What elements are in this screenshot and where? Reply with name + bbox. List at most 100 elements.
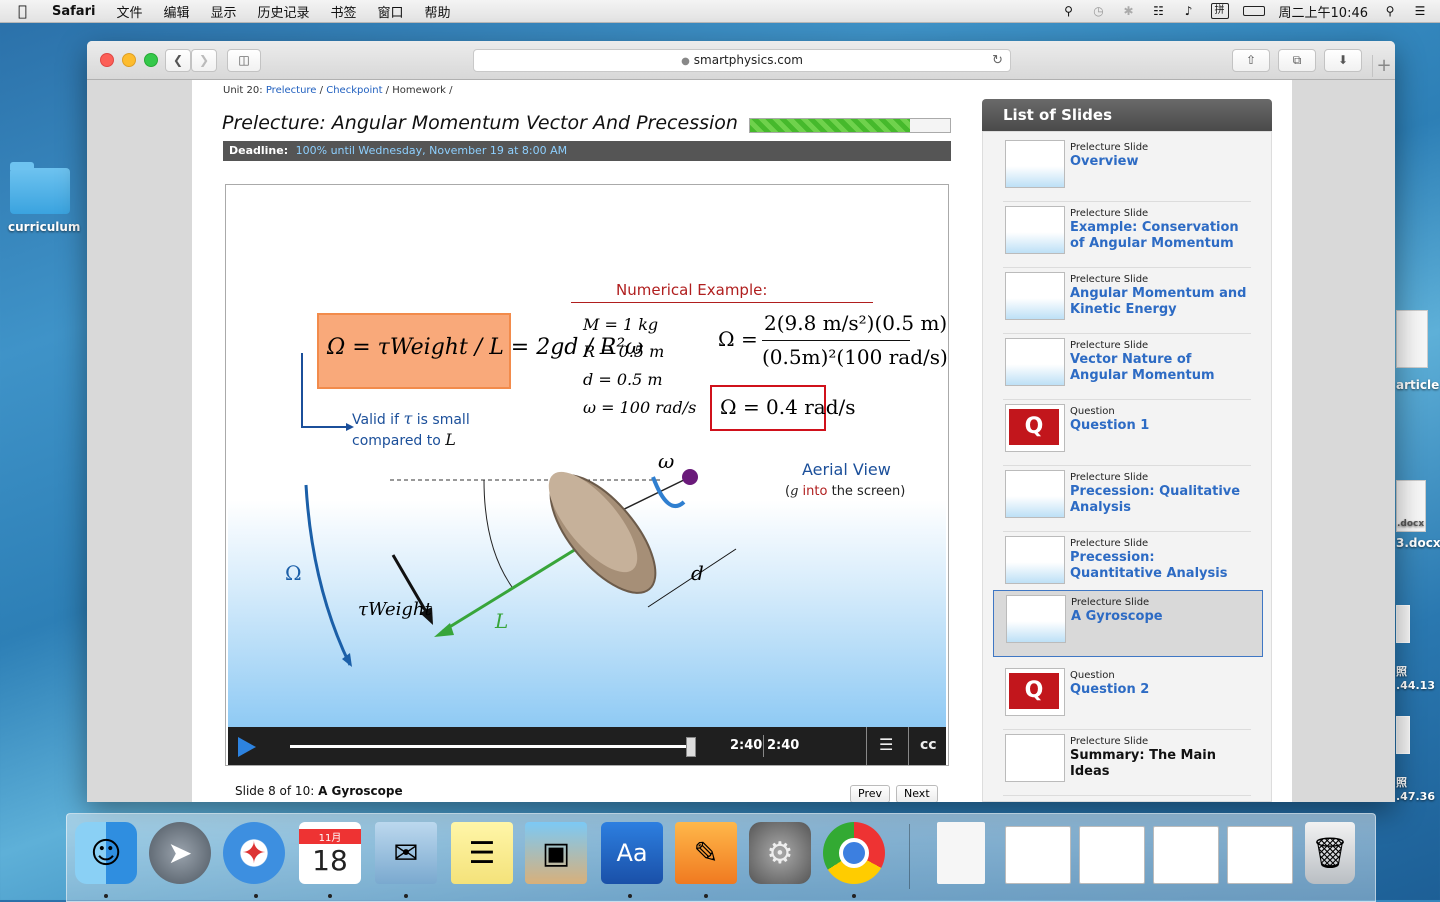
trash-icon[interactable]: 🗑 [1305,822,1355,884]
reload-icon[interactable]: ↻ [992,50,1003,71]
slide-list-item[interactable]: Prelecture Slide Summary: The Main Ideas [1003,730,1251,796]
close-window-button[interactable] [100,53,114,67]
lock-icon: ● [681,56,690,67]
preview-icon[interactable]: ▣ [525,822,587,884]
slide-kind: Prelecture Slide [1070,142,1149,153]
slide-list-item[interactable]: Prelecture Slide Overview [1003,136,1251,202]
question-q-icon: Q [1009,409,1059,445]
slide-list-item[interactable]: Prelecture Slide Angular Momentum and Ki… [1003,268,1251,334]
screenshot-2[interactable] [1079,826,1145,884]
menu-view[interactable]: 显示 [210,2,236,21]
window-controls [100,53,158,67]
play-icon[interactable] [238,737,256,757]
launchpad-icon[interactable]: ➤ [149,822,211,884]
breadcrumb-separator: / [449,85,453,96]
scrub-handle[interactable] [686,737,696,757]
desktop-file-label: .47.36 [1396,790,1435,803]
angle-arc [483,479,513,588]
image-file-icon [1396,605,1410,643]
desktop-file-screenshot-1[interactable]: 照 .44.13 [1396,605,1435,692]
prev-button[interactable]: Prev [850,785,890,802]
spin-omega-label: ω [658,449,675,473]
dictionary-icon[interactable]: Aa [601,822,663,884]
menu-history[interactable]: 历史记录 [257,2,309,21]
desktop-file-label: 3.docx [1396,536,1440,550]
notes-icon[interactable]: ☰ [451,822,513,884]
page: Unit 20: Prelecture / Checkpoint / Homew… [192,80,1292,802]
desktop-file-article[interactable]: article [1396,310,1439,392]
web-content: Unit 20: Prelecture / Checkpoint / Homew… [87,80,1395,802]
finder-icon[interactable]: ☺ [75,822,137,884]
slide-list-item[interactable]: Prelecture Slide Precession: Quantitativ… [1003,532,1251,598]
transcript-icon[interactable]: ☰ [879,735,893,754]
menubar-clock[interactable]: 周二上午10:46 [1279,2,1368,21]
battery-icon[interactable] [1242,6,1265,16]
slide-title: Question 1 [1070,418,1150,433]
share-button[interactable]: ⇧ [1232,49,1270,72]
slide-list-item-active[interactable]: Prelecture Slide A Gyroscope [993,590,1263,657]
breadcrumb-checkpoint-link[interactable]: Checkpoint [326,85,382,96]
screenshot-4[interactable] [1227,826,1293,884]
precession-Omega-label: Ω [285,561,302,585]
screenshot-1[interactable] [1005,826,1071,884]
apple-menu-icon[interactable]:  [18,2,38,20]
slide-kind: Prelecture Slide [1070,208,1149,219]
running-indicator [704,894,708,898]
slide-title: Angular Momentum and Kinetic Energy [1070,286,1247,317]
menu-file[interactable]: 文件 [116,2,142,21]
chrome-icon[interactable] [823,822,885,884]
time-machine-icon[interactable]: ◷ [1091,4,1107,18]
menu-window[interactable]: 窗口 [378,2,404,21]
slide-player[interactable]: Ω = τWeight / L = 2gd / R²ω Valid if τ i… [225,184,949,766]
running-indicator [852,894,856,898]
slide-kind: Prelecture Slide [1070,538,1149,549]
safari-icon[interactable]: ✦ [223,822,285,884]
minimize-window-button[interactable] [122,53,136,67]
document-icon[interactable] [937,822,985,884]
question-list-item[interactable]: Q Question Question 2 [1003,664,1251,730]
desktop-file-screenshot-2[interactable]: 照 .47.36 [1396,716,1435,803]
precession-arrow [304,484,352,666]
calendar-icon[interactable]: 11月 18 [299,822,361,884]
question-list-item[interactable]: Q Question Question 1 [1003,400,1251,466]
slide-list-item[interactable]: Prelecture Slide Precession: Qualitative… [1003,466,1251,532]
magnifier-status-icon[interactable]: ⚲ [1061,4,1077,18]
menu-app-name[interactable]: Safari [52,4,95,19]
wifi-icon[interactable]: ☷ [1151,4,1167,18]
video-controls: 2:40 2:40 ☰ cc [228,727,946,765]
slide-list-item[interactable]: Prelecture Slide Vector Nature of Angula… [1003,334,1251,400]
forward-button[interactable]: ❯ [191,49,217,72]
input-method-icon[interactable]: 拼 [1210,3,1229,19]
slide-list-item[interactable]: Prelecture Slide Example: Conservation o… [1003,202,1251,268]
screenshot-3[interactable] [1153,826,1219,884]
deadline-label: Deadline: [229,144,289,157]
mail-icon[interactable]: ✉ [375,822,437,884]
closed-captions-button[interactable]: cc [920,737,937,753]
back-button[interactable]: ❮ [165,49,191,72]
slide-thumbnail [1005,140,1065,188]
volume-icon[interactable]: ♪ [1181,4,1197,18]
desktop-file-docx[interactable]: .docx 3.docx [1396,480,1440,550]
menu-bookmarks[interactable]: 书签 [331,2,357,21]
address-bar[interactable]: ● smartphysics.com ↻ [473,49,1011,72]
menu-edit[interactable]: 编辑 [163,2,189,21]
tabs-overview-button[interactable]: ⧉ [1278,49,1316,72]
controls-separator [866,727,867,765]
next-button[interactable]: Next [896,785,938,802]
downloads-button[interactable]: ⬇ [1324,49,1362,72]
slide-title: A Gyroscope [1071,609,1163,624]
menu-help[interactable]: 帮助 [425,2,451,21]
breadcrumb-prelecture-link[interactable]: Prelecture [266,85,317,96]
system-preferences-icon[interactable]: ⚙ [749,822,811,884]
running-indicator [404,894,408,898]
sidebar-toggle-button[interactable]: ◫ [227,49,261,72]
new-tab-button[interactable]: + [1372,55,1395,77]
maximize-window-button[interactable] [144,53,158,67]
pages-icon[interactable]: ✎ [675,822,737,884]
desktop-folder-curriculum[interactable]: curriculum [8,162,80,234]
video-scrub-bar[interactable] [290,745,690,748]
spotlight-icon[interactable]: ⚲ [1382,4,1398,18]
slide-kind: Question [1070,406,1115,417]
bluetooth-icon[interactable]: ✱ [1121,4,1137,18]
notification-center-icon[interactable]: ☰ [1412,4,1428,18]
